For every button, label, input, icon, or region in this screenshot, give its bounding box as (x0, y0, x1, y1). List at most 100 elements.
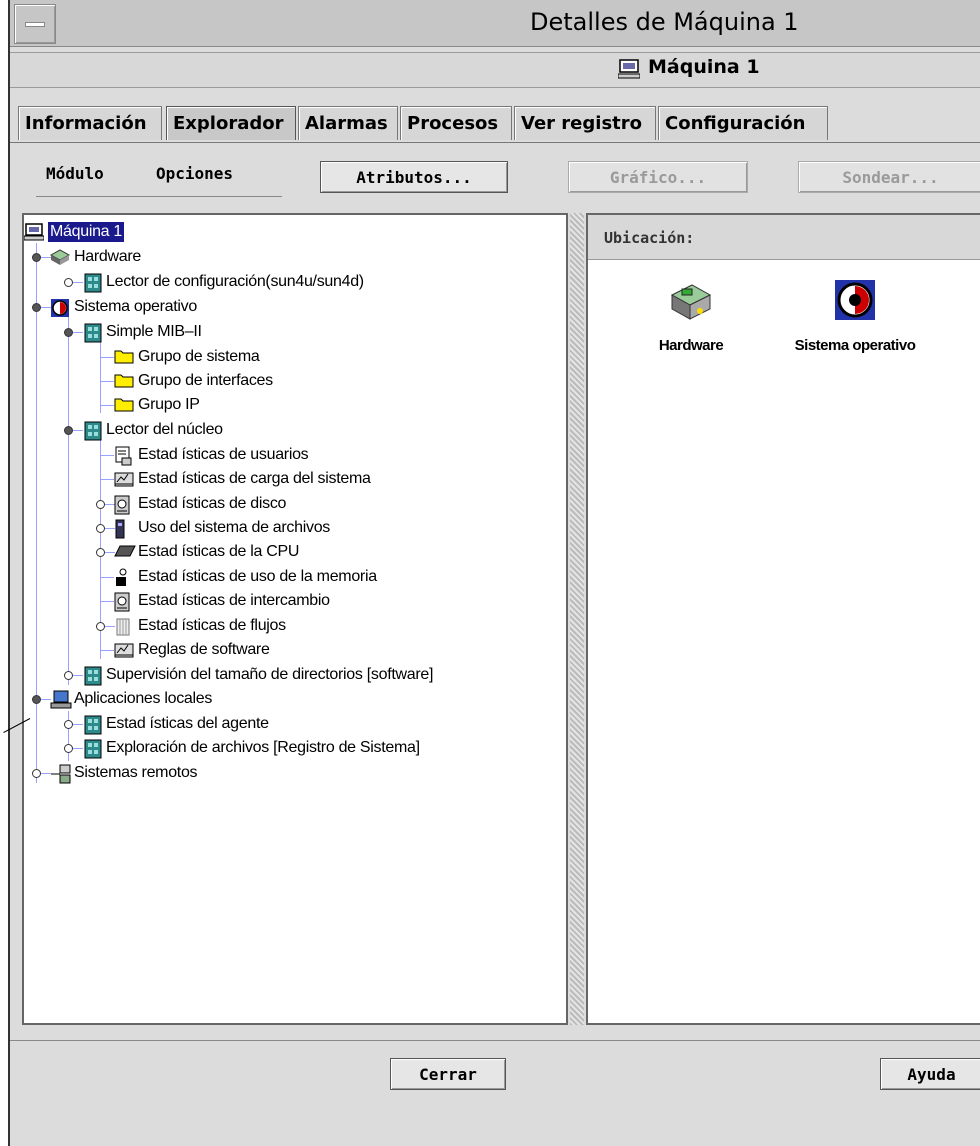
tree-node[interactable]: Grupo de interfaces (24, 370, 564, 394)
help-button[interactable]: Ayuda (880, 1058, 980, 1090)
content-item-hardware[interactable]: Hardware (616, 277, 766, 354)
tree-node[interactable]: Máquina 1 (24, 221, 564, 245)
collapsed-handle-icon[interactable] (96, 524, 105, 533)
tree-node-label: Simple MIB–II (106, 323, 202, 340)
swap-icon (114, 592, 130, 616)
tree-node[interactable]: Grupo IP (24, 394, 564, 418)
tree-node[interactable]: Exploración de archivos [Registro de Sis… (24, 737, 564, 761)
footer-divider (10, 1040, 980, 1041)
tree-node[interactable]: Estad ísticas de carga del sistema (24, 468, 564, 492)
tab-ver-registro[interactable]: Ver registro (514, 106, 656, 140)
menu-divider (36, 196, 282, 197)
tree-node[interactable]: Grupo de sistema (24, 346, 564, 370)
expanded-handle-icon[interactable] (32, 695, 41, 704)
tree-node-label: Grupo de sistema (138, 348, 260, 365)
tree-node-label: Lector del núcleo (106, 421, 223, 438)
folder-icon (114, 348, 134, 368)
streams-icon (114, 617, 132, 641)
tree-node[interactable]: Sistema operativo (24, 296, 564, 320)
computer-icon (617, 59, 641, 83)
tree-node-label: Aplicaciones locales (74, 690, 213, 707)
tree-node-label: Hardware (74, 248, 141, 265)
tree-node[interactable]: Estad ísticas de disco (24, 493, 564, 517)
filesystem-icon (114, 519, 126, 543)
disk-icon (114, 495, 130, 519)
window-frame: Detalles de Máquina 1 Máquina 1 Informac… (8, 0, 980, 1146)
tree-node-label: Estad ísticas de usuarios (138, 446, 309, 463)
expanded-handle-icon[interactable] (64, 426, 73, 435)
tree-node[interactable]: Estad ísticas de uso de la memoria (24, 566, 564, 590)
folder-icon (114, 372, 134, 392)
location-label: Ubicación: (604, 229, 695, 247)
tree-node[interactable]: Estad ísticas de usuarios (24, 444, 564, 468)
collapsed-handle-icon[interactable] (64, 278, 73, 287)
hardware-icon (668, 284, 714, 327)
tree-node[interactable]: Reglas de software (24, 639, 564, 663)
tree-node[interactable]: Lector de configuración(sun4u/sun4d) (24, 271, 564, 295)
window-menu-button[interactable] (14, 4, 56, 44)
attributes-button[interactable]: Atributos... (320, 161, 508, 193)
tree-node-label: Reglas de software (138, 641, 270, 658)
expanded-handle-icon[interactable] (32, 253, 41, 262)
tree-node[interactable]: Estad ísticas de intercambio (24, 590, 564, 614)
operating-system-icon (832, 280, 878, 327)
content-item-sistema-operativo[interactable]: Sistema operativo (780, 277, 930, 354)
tree-node[interactable]: Simple MIB–II (24, 321, 564, 345)
tree-node-label: Estad ísticas de carga del sistema (138, 470, 371, 487)
operating-system-icon (50, 298, 70, 322)
tree-connector (100, 455, 114, 456)
module-icon (82, 323, 104, 347)
content-item-label: Hardware (658, 337, 724, 354)
tab-procesos[interactable]: Procesos (400, 106, 512, 140)
tree-node-label: Lector de configuración(sun4u/sun4d) (106, 273, 364, 290)
collapsed-handle-icon[interactable] (96, 500, 105, 509)
options-menu[interactable]: Opciones (156, 164, 233, 183)
close-button[interactable]: Cerrar (390, 1058, 506, 1090)
collapsed-handle-icon[interactable] (96, 548, 105, 557)
location-bar: Ubicación: (588, 215, 980, 260)
tree-node[interactable]: Sistemas remotos (24, 762, 564, 786)
tree-connector (100, 357, 114, 358)
tree-node[interactable]: Aplicaciones locales (24, 688, 564, 712)
graph-button[interactable]: Gráfico... (568, 161, 748, 193)
collapsed-handle-icon[interactable] (64, 671, 73, 680)
tree-node-label: Estad ísticas de disco (138, 495, 287, 512)
tree-node[interactable]: Estad ísticas de la CPU (24, 541, 564, 565)
tree-node[interactable]: Lector del núcleo (24, 419, 564, 443)
pane-splitter[interactable] (570, 213, 584, 1025)
tree-node-label: Estad ísticas de intercambio (138, 592, 330, 609)
expanded-handle-icon[interactable] (64, 328, 73, 337)
module-icon (82, 739, 104, 763)
probe-button[interactable]: Sondear... (798, 161, 980, 193)
tree-node[interactable]: Supervisión del tamaño de directorios [s… (24, 664, 564, 688)
users-stats-icon (114, 446, 132, 470)
collapsed-handle-icon[interactable] (64, 720, 73, 729)
cpu-icon (114, 543, 136, 562)
load-stats-icon (114, 470, 134, 492)
expanded-handle-icon[interactable] (32, 303, 41, 312)
remote-systems-icon (50, 764, 72, 788)
computer-icon (24, 223, 45, 245)
tree-node[interactable]: Estad ísticas de flujos (24, 615, 564, 639)
hardware-icon (49, 248, 71, 270)
tab-explorador[interactable]: Explorador (166, 106, 296, 140)
tree-node[interactable]: Estad ísticas del agente (24, 713, 564, 737)
collapsed-handle-icon[interactable] (64, 744, 73, 753)
module-icon (82, 715, 104, 739)
tree-node[interactable]: Uso del sistema de archivos (24, 517, 564, 541)
module-icon (82, 666, 104, 690)
header-strip: Máquina 1 (10, 52, 980, 88)
module-menu[interactable]: Módulo (46, 164, 104, 183)
content-pane[interactable]: Ubicación: Hardware Sistema operativo (586, 213, 980, 1025)
tree-node[interactable]: Hardware (24, 246, 564, 270)
tree-node-label: Estad ísticas de uso de la memoria (138, 568, 377, 585)
tree-connector (100, 405, 114, 406)
tab-alarmas[interactable]: Alarmas (298, 106, 398, 140)
tab-configuracion[interactable]: Configuración (658, 106, 828, 140)
collapsed-handle-icon[interactable] (32, 769, 41, 778)
tree-node-label: Grupo IP (138, 396, 200, 413)
module-tree[interactable]: Máquina 1 Hardware Lector de configuración… (22, 213, 568, 1025)
tree-connector (100, 601, 114, 602)
collapsed-handle-icon[interactable] (96, 622, 105, 631)
tab-informacion[interactable]: Información (18, 106, 162, 140)
